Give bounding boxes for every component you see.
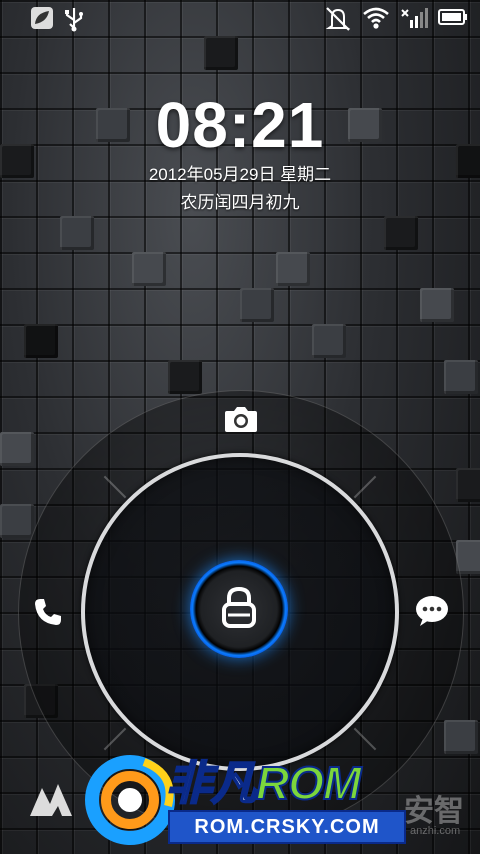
wallpaper-cube	[168, 360, 202, 394]
wallpaper-cube	[60, 216, 94, 250]
usb-icon	[65, 8, 83, 32]
wallpaper-cube	[384, 216, 418, 250]
phone-icon[interactable]	[32, 596, 64, 628]
watermark-partner: 安智	[404, 795, 464, 828]
watermark-partner-small: anzhi.com	[410, 825, 461, 837]
watermark-url: ROM.CRSKY.COM	[168, 810, 406, 844]
camera-icon[interactable]	[224, 404, 258, 434]
watermark-brand-rom: ROM	[255, 757, 362, 809]
status-bar	[0, 0, 480, 38]
wallpaper-cube	[444, 360, 478, 394]
wallpaper-cube	[420, 288, 454, 322]
watermark-brand-prefix: 非凡	[165, 757, 258, 809]
wallpaper-cube	[276, 252, 310, 286]
wallpaper-cube	[240, 288, 274, 322]
battery-icon	[438, 9, 467, 25]
wallpaper-cube	[204, 36, 238, 70]
wallpaper-cube	[444, 720, 478, 754]
wallpaper-cube	[0, 432, 34, 466]
lockscreen-lunar-date: 农历闰四月初九	[180, 193, 300, 212]
wallpaper-cube	[312, 324, 346, 358]
signal-icon	[401, 8, 428, 28]
silent-mode-icon	[325, 7, 351, 31]
watermark-brand: 非凡ROM	[165, 757, 362, 809]
wallpaper-cube	[0, 504, 34, 538]
lockscreen-date: 2012年05月29日 星期二	[148, 165, 332, 184]
wallpaper-cube	[24, 324, 58, 358]
message-icon[interactable]	[414, 594, 450, 628]
lockscreen-clock: 08:21	[155, 89, 325, 161]
lock-icon	[222, 586, 256, 628]
wallpaper-cube	[132, 252, 166, 286]
wifi-icon	[363, 7, 389, 29]
wallpaper-cube	[456, 468, 480, 502]
watermark-mark-icon	[30, 784, 72, 816]
leaf-icon	[31, 7, 53, 29]
